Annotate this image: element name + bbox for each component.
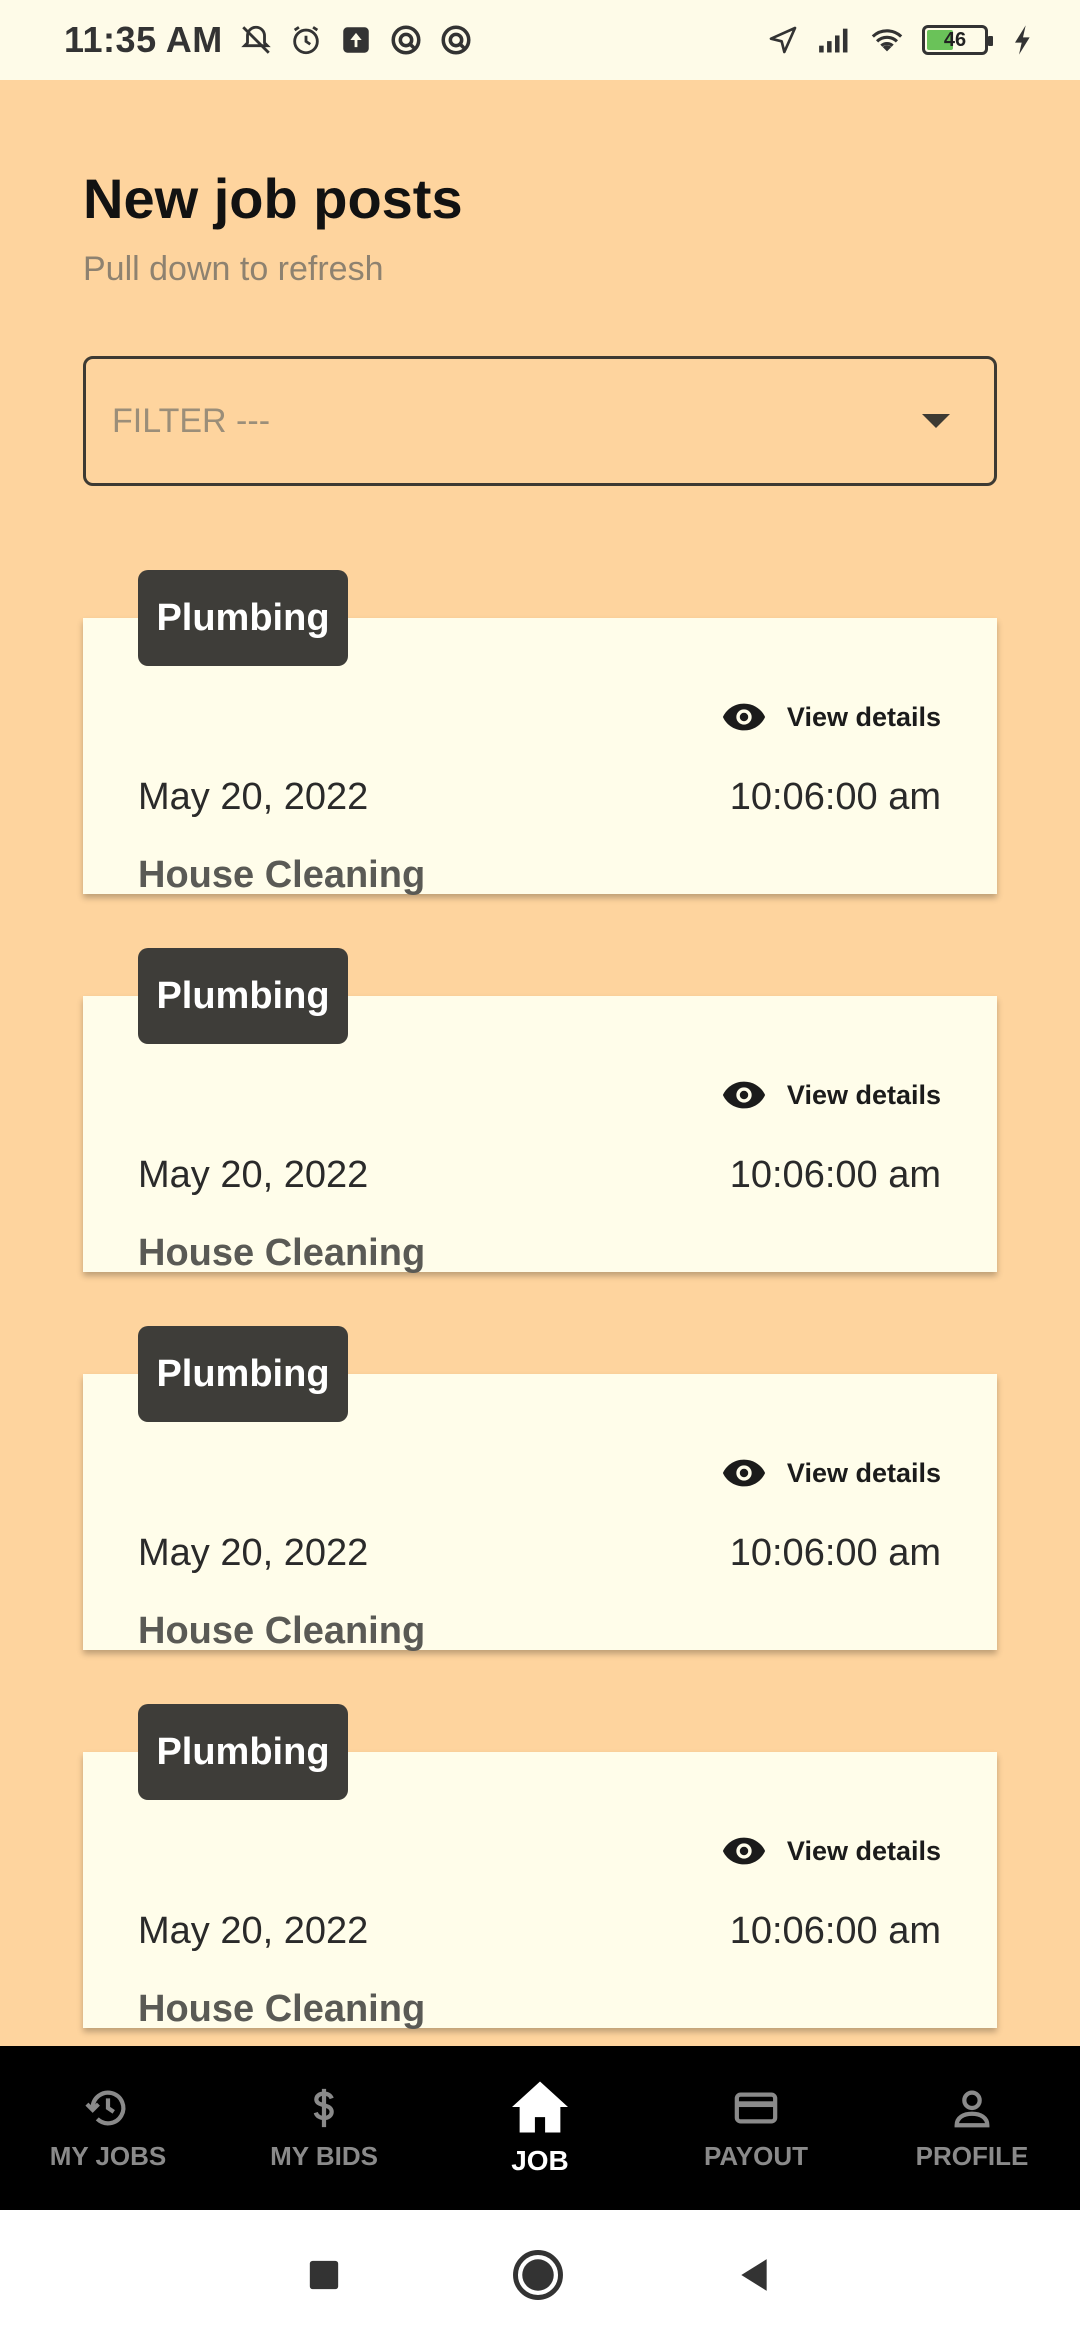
history-icon (85, 2090, 126, 2125)
view-details-label: View details (786, 1079, 941, 1110)
battery-percent: 46 (943, 28, 967, 51)
job-date: May 20, 2022 (138, 776, 369, 818)
dollar-icon (313, 2088, 334, 2127)
view-details-button[interactable]: View details (721, 1834, 941, 1868)
eye-icon (722, 1837, 766, 1865)
nav-label: JOB (511, 2145, 569, 2176)
nav-item-job[interactable]: JOB (432, 2046, 648, 2210)
nav-label: PROFILE (915, 2140, 1029, 2171)
view-details-button[interactable]: View details (721, 1456, 941, 1490)
job-card[interactable]: View details May 20, 2022 10:06:00 am Ho… (83, 1704, 997, 2030)
nav-label: MY BIDS (270, 2140, 378, 2171)
wifi-icon (870, 23, 904, 57)
view-details-label: View details (786, 701, 941, 732)
nav-item-payout[interactable]: PAYOUT (648, 2046, 864, 2210)
job-category-tag: Plumbing (138, 1326, 348, 1422)
filter-dropdown[interactable]: FILTER --- (83, 356, 997, 486)
app-icon (389, 23, 423, 57)
app-icon (439, 23, 473, 57)
job-date: May 20, 2022 (138, 1910, 369, 1952)
nav-label: MY JOBS (49, 2140, 167, 2171)
upload-icon (339, 23, 373, 57)
nav-item-my-bids[interactable]: MY BIDS (216, 2046, 432, 2210)
battery-icon: 46 (922, 25, 993, 55)
signal-icon (818, 23, 852, 57)
chevron-down-icon (922, 414, 950, 428)
status-time: 11:35 AM (64, 19, 223, 60)
page-title: New job posts (83, 167, 463, 230)
page-subtitle: Pull down to refresh (83, 250, 384, 288)
recent-apps-icon[interactable] (307, 2258, 341, 2292)
eye-icon (722, 1459, 766, 1487)
status-left-icons (239, 23, 473, 57)
bell-off-icon (239, 23, 273, 57)
bottom-nav: MY JOBS MY BIDS JOB PAYOUT PROFILE (0, 2046, 1080, 2210)
back-icon[interactable] (735, 2255, 773, 2295)
job-date: May 20, 2022 (138, 1532, 369, 1574)
view-details-label: View details (786, 1835, 941, 1866)
job-category-tag: Plumbing (138, 948, 348, 1044)
job-category-tag: Plumbing (138, 1704, 348, 1800)
job-name: House Cleaning (138, 1232, 426, 1274)
location-icon (766, 23, 800, 57)
view-details-button[interactable]: View details (721, 1078, 941, 1112)
job-card[interactable]: View details May 20, 2022 10:06:00 am Ho… (83, 948, 997, 1274)
job-name: House Cleaning (138, 854, 426, 896)
charging-icon (1006, 23, 1040, 57)
job-card[interactable]: View details May 20, 2022 10:06:00 am Ho… (83, 1326, 997, 1652)
job-name: House Cleaning (138, 1988, 426, 2030)
eye-icon (722, 703, 766, 731)
nav-item-profile[interactable]: PROFILE (864, 2046, 1080, 2210)
credit-card-icon (734, 2091, 778, 2124)
job-category-tag: Plumbing (138, 570, 348, 666)
view-details-label: View details (786, 1457, 941, 1488)
job-card[interactable]: View details May 20, 2022 10:06:00 am Ho… (83, 570, 997, 896)
filter-placeholder: FILTER --- (112, 401, 271, 440)
job-name: House Cleaning (138, 1610, 426, 1652)
job-time: 10:06:00 am (729, 776, 941, 818)
person-icon (954, 2090, 990, 2127)
job-time: 10:06:00 am (729, 1532, 941, 1574)
eye-icon (722, 1081, 766, 1109)
job-time: 10:06:00 am (729, 1910, 941, 1952)
home-icon (512, 2081, 568, 2133)
nav-label: PAYOUT (703, 2140, 809, 2171)
job-time: 10:06:00 am (729, 1154, 941, 1196)
system-nav-bar (0, 2210, 1080, 2340)
status-right-icons: 46 (766, 23, 1040, 57)
job-date: May 20, 2022 (138, 1154, 369, 1196)
nav-item-my-jobs[interactable]: MY JOBS (0, 2046, 216, 2210)
home-button-icon[interactable] (511, 2248, 565, 2302)
view-details-button[interactable]: View details (721, 700, 941, 734)
alarm-icon (289, 23, 323, 57)
status-bar: 11:35 AM 46 (0, 0, 1080, 80)
